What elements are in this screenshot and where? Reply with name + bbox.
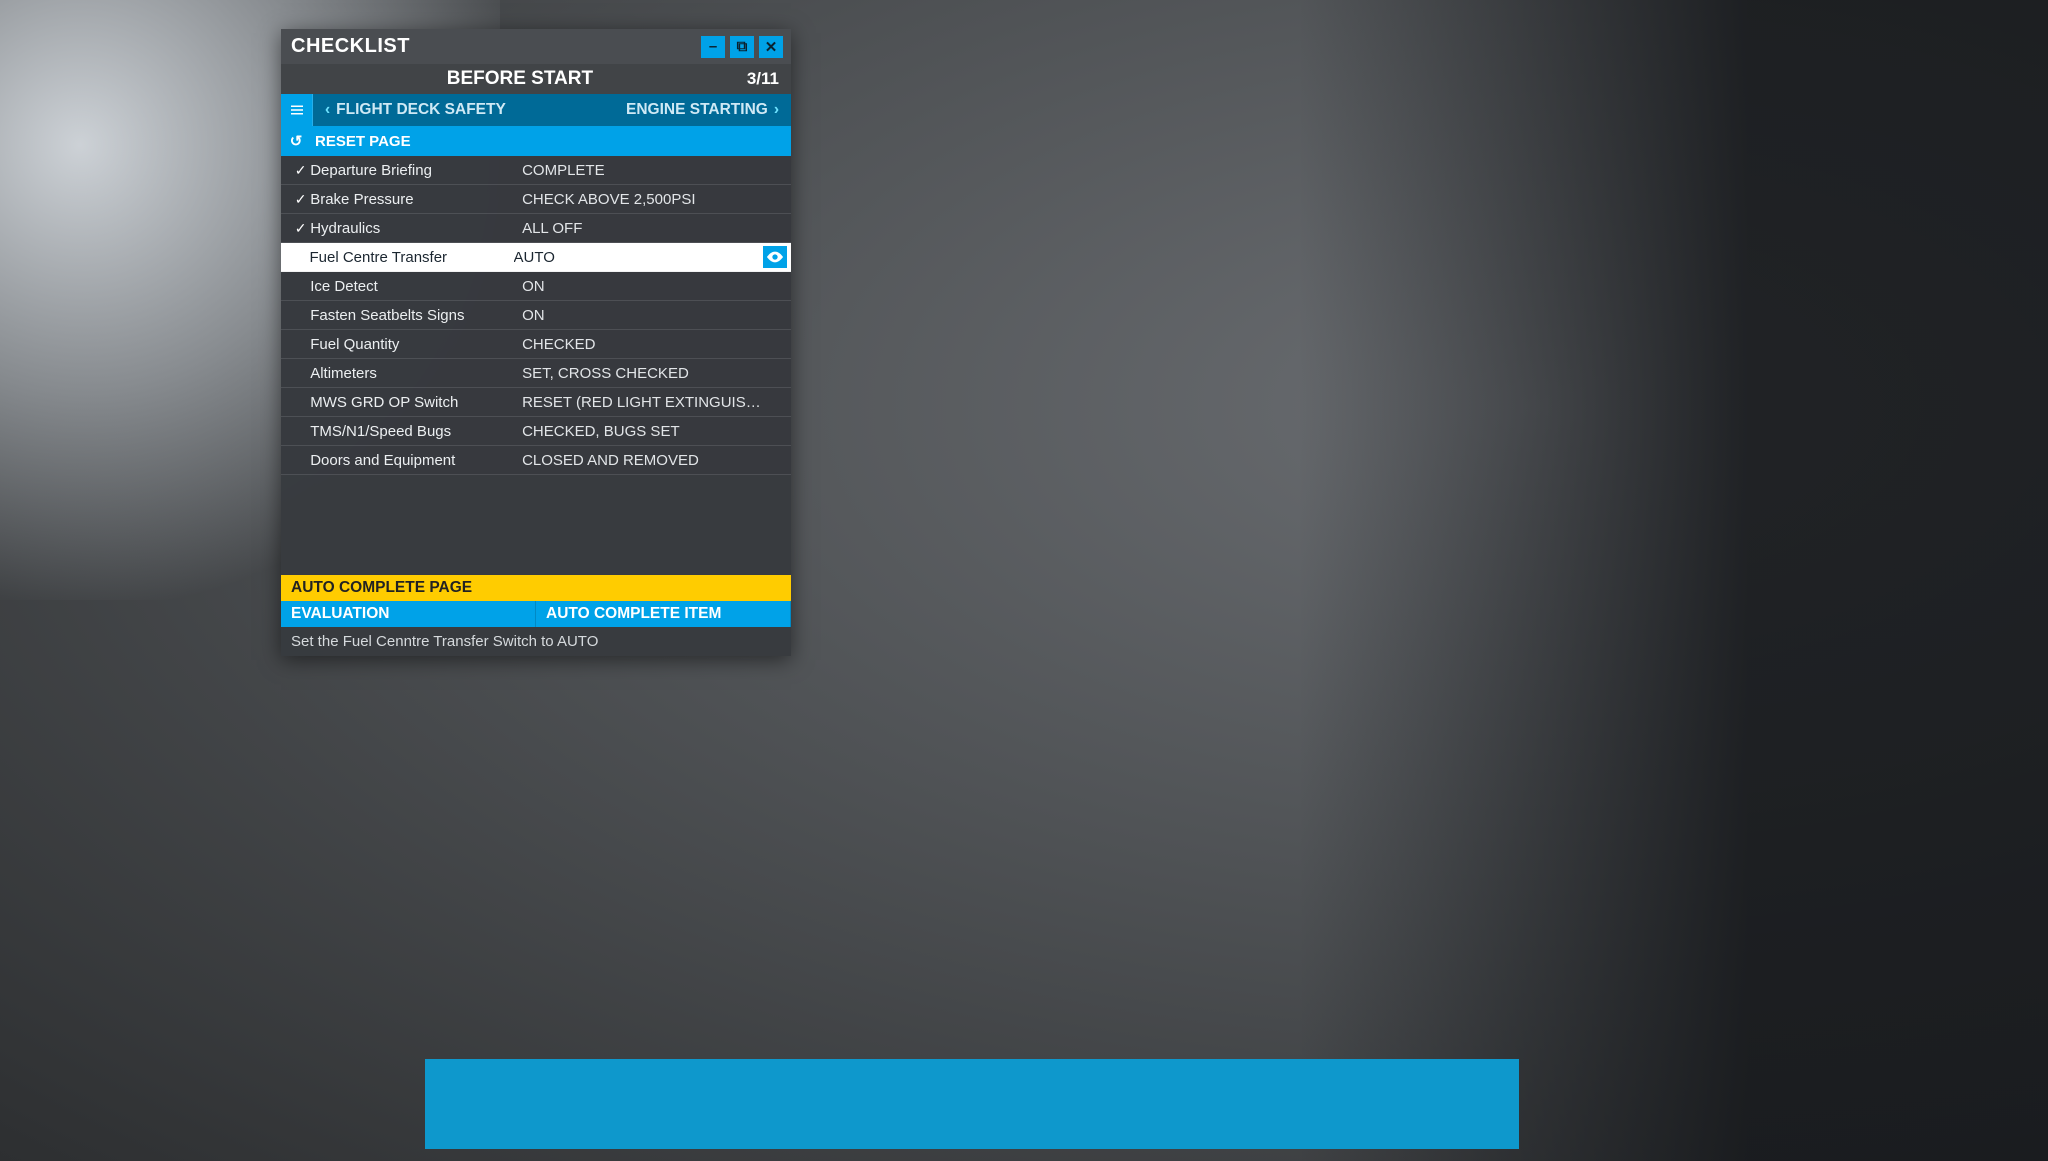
- list-icon: [288, 101, 306, 119]
- reset-page-label: RESET PAGE: [315, 133, 411, 150]
- item-state: ON: [522, 307, 781, 324]
- checklist-item[interactable]: ✓Brake PressureCHECK ABOVE 2,500PSI: [281, 185, 791, 214]
- checklist-item[interactable]: MWS GRD OP SwitchRESET (RED LIGHT EXTING…: [281, 388, 791, 417]
- item-name: Fasten Seatbelts Signs: [310, 307, 522, 324]
- item-state: CHECKED: [522, 336, 781, 353]
- evaluation-button[interactable]: EVALUATION: [281, 601, 536, 627]
- item-state: COMPLETE: [522, 162, 781, 179]
- panel-header[interactable]: CHECKLIST – ⧉ ✕: [281, 29, 791, 64]
- check-icon: ✓: [291, 191, 310, 208]
- eye-icon: [767, 251, 783, 263]
- reset-page-button[interactable]: ↺ RESET PAGE: [281, 126, 791, 156]
- item-state: RESET (RED LIGHT EXTINGUIS…: [522, 394, 781, 411]
- checklist-item[interactable]: TMS/N1/Speed BugsCHECKED, BUGS SET: [281, 417, 791, 446]
- close-button[interactable]: ✕: [759, 36, 783, 58]
- cockpit-shadow: [1298, 0, 2048, 1161]
- reset-icon: ↺: [287, 132, 305, 150]
- checklist-hint: Set the Fuel Cenntre Transfer Switch to …: [281, 627, 791, 656]
- phase-counter: 3/11: [747, 69, 779, 89]
- item-name: Ice Detect: [310, 278, 522, 295]
- window-controls: – ⧉ ✕: [701, 36, 783, 58]
- phase-nav: ‹ FLIGHT DECK SAFETY ENGINE STARTING ›: [281, 94, 791, 126]
- item-state: CLOSED AND REMOVED: [522, 452, 781, 469]
- item-name: Doors and Equipment: [310, 452, 522, 469]
- checklist-item[interactable]: ✓Departure BriefingCOMPLETE: [281, 156, 791, 185]
- item-state: AUTO: [514, 249, 763, 266]
- checklist-item[interactable]: ✓HydraulicsALL OFF: [281, 214, 791, 243]
- item-name: Brake Pressure: [310, 191, 522, 208]
- item-state: ON: [522, 278, 781, 295]
- checklist-item[interactable]: Fuel QuantityCHECKED: [281, 330, 791, 359]
- phase-bar: BEFORE START 3/11: [281, 64, 791, 94]
- chevron-left-icon: ‹: [319, 101, 336, 119]
- check-icon: ✓: [291, 162, 310, 179]
- checklist-item[interactable]: Fuel Centre TransferAUTO: [281, 243, 791, 272]
- item-state: ALL OFF: [522, 220, 781, 237]
- popout-icon: ⧉: [737, 38, 748, 55]
- lower-blue-bar[interactable]: [425, 1059, 1519, 1149]
- prev-phase-label: FLIGHT DECK SAFETY: [336, 101, 506, 119]
- item-state: CHECKED, BUGS SET: [522, 423, 781, 440]
- close-icon: ✕: [765, 38, 778, 56]
- checklist-item[interactable]: Fasten Seatbelts SignsON: [281, 301, 791, 330]
- popout-button[interactable]: ⧉: [730, 36, 754, 58]
- item-name: MWS GRD OP Switch: [310, 394, 522, 411]
- checklist-panel: CHECKLIST – ⧉ ✕ BEFORE START 3/11 ‹ FLIG…: [281, 29, 791, 656]
- item-name: TMS/N1/Speed Bugs: [310, 423, 522, 440]
- phase-name: BEFORE START: [293, 68, 747, 90]
- minimize-button[interactable]: –: [701, 36, 725, 58]
- checklist-item[interactable]: Ice DetectON: [281, 272, 791, 301]
- item-name: Fuel Centre Transfer: [310, 249, 514, 266]
- locate-eye-button[interactable]: [763, 246, 787, 268]
- prev-phase-button[interactable]: ‹ FLIGHT DECK SAFETY: [313, 94, 552, 126]
- checklist-item[interactable]: Doors and EquipmentCLOSED AND REMOVED: [281, 446, 791, 475]
- item-name: Hydraulics: [310, 220, 522, 237]
- bottom-buttons: EVALUATION AUTO COMPLETE ITEM: [281, 601, 791, 627]
- item-name: Departure Briefing: [310, 162, 522, 179]
- next-phase-button[interactable]: ENGINE STARTING ›: [552, 94, 791, 126]
- minimize-icon: –: [709, 38, 717, 55]
- auto-complete-item-button[interactable]: AUTO COMPLETE ITEM: [536, 601, 791, 627]
- checklist-items: ✓Departure BriefingCOMPLETE✓Brake Pressu…: [281, 156, 791, 475]
- panel-title: CHECKLIST: [291, 35, 701, 58]
- check-icon: ✓: [291, 220, 310, 237]
- item-state: CHECK ABOVE 2,500PSI: [522, 191, 781, 208]
- checklist-item[interactable]: AltimetersSET, CROSS CHECKED: [281, 359, 791, 388]
- checklist-empty-area: [281, 475, 791, 575]
- checklist-menu-button[interactable]: [281, 94, 313, 126]
- next-phase-label: ENGINE STARTING: [626, 101, 768, 119]
- chevron-right-icon: ›: [768, 101, 785, 119]
- item-name: Fuel Quantity: [310, 336, 522, 353]
- auto-complete-page-button[interactable]: AUTO COMPLETE PAGE: [281, 575, 791, 601]
- item-state: SET, CROSS CHECKED: [522, 365, 781, 382]
- item-name: Altimeters: [310, 365, 522, 382]
